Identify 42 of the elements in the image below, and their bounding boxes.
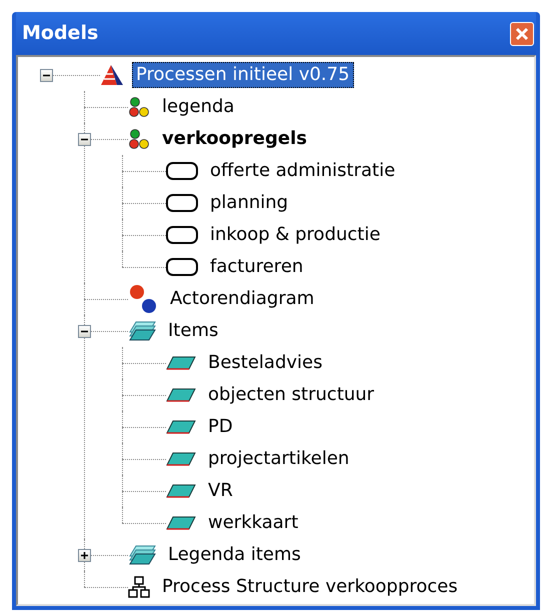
parallelogram-icon — [166, 516, 196, 530]
tree-item[interactable]: Items — [164, 318, 222, 344]
parallelogram-icon — [166, 484, 196, 498]
parallelogram-icon — [166, 452, 196, 466]
collapse-button[interactable] — [78, 133, 91, 146]
expand-button[interactable] — [78, 549, 91, 562]
tree-item[interactable]: offerte administratie — [206, 158, 400, 184]
close-button[interactable] — [510, 22, 534, 46]
tree-item[interactable]: werkkaart — [204, 510, 302, 536]
tree-item[interactable]: Legenda items — [164, 542, 305, 568]
collapse-button[interactable] — [40, 69, 53, 82]
tree-item[interactable]: Actorendiagram — [166, 286, 318, 312]
tree-item[interactable]: verkoopregels — [158, 126, 311, 152]
stacked-parallelograms-icon — [128, 321, 156, 341]
rounded-rectangle-icon — [166, 193, 198, 213]
stacked-parallelograms-icon — [128, 545, 156, 565]
tree-item[interactable]: inkoop & productie — [206, 222, 384, 248]
triangle-icon — [100, 64, 124, 86]
tree-item[interactable]: projectartikelen — [204, 446, 354, 472]
tree-item[interactable]: factureren — [206, 254, 308, 280]
tree-item[interactable]: planning — [206, 190, 292, 216]
hierarchy-icon — [128, 576, 150, 598]
tree-item[interactable]: Processen initieel v0.75 — [132, 62, 354, 88]
tree-item[interactable]: Besteladvies — [204, 350, 326, 376]
tree-item[interactable]: Process Structure verkoopproces — [158, 574, 462, 600]
parallelogram-icon — [166, 420, 196, 434]
collapse-button[interactable] — [78, 325, 91, 338]
rounded-rectangle-icon — [166, 225, 198, 245]
parallelogram-icon — [166, 388, 196, 402]
tree-item[interactable]: legenda — [158, 94, 238, 120]
plus-icon — [80, 551, 89, 560]
circles-icon — [128, 284, 158, 314]
colored-dots-icon — [128, 128, 150, 150]
tree-item[interactable]: objecten structuur — [204, 382, 378, 408]
tree-item[interactable]: PD — [204, 414, 237, 440]
parallelogram-icon — [166, 356, 196, 370]
colored-dots-icon — [128, 96, 150, 118]
rounded-rectangle-icon — [166, 257, 198, 277]
tree-item[interactable]: VR — [204, 478, 237, 504]
window-title: Models — [22, 21, 98, 46]
rounded-rectangle-icon — [166, 161, 198, 181]
close-icon — [515, 26, 529, 40]
